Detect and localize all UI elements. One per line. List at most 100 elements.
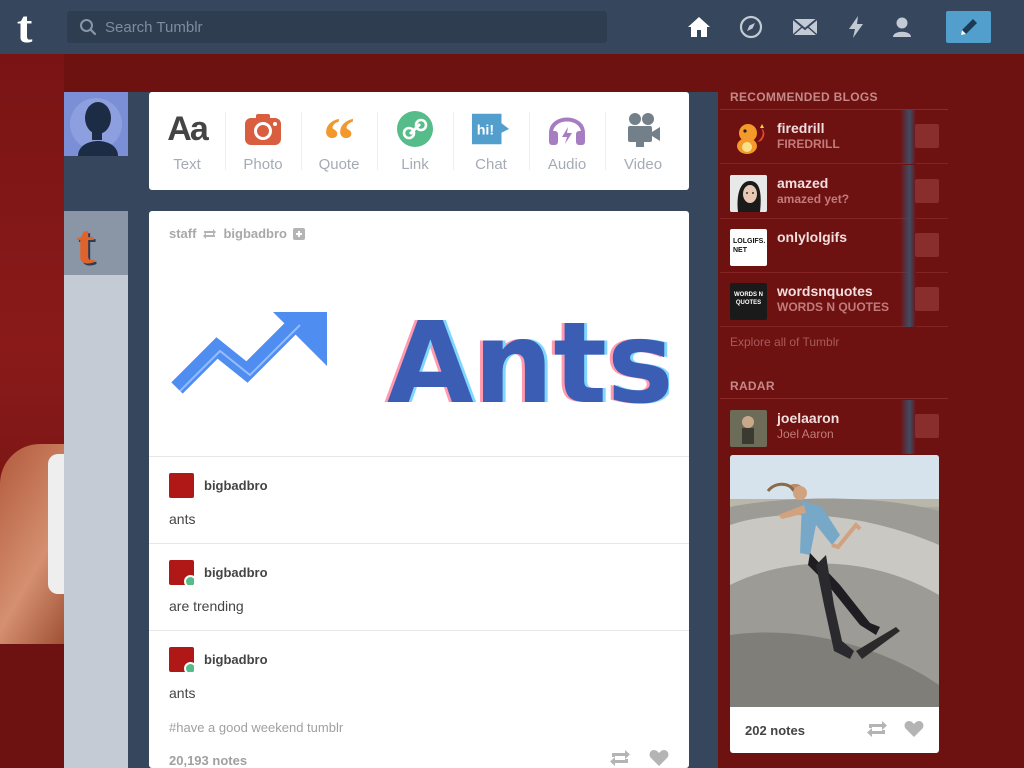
post-type-quote[interactable]: “ Quote bbox=[301, 92, 377, 190]
chat-message: bigbadbro ants bbox=[149, 630, 689, 717]
post-type-label: Chat bbox=[475, 156, 507, 173]
inbox-icon[interactable] bbox=[792, 14, 818, 40]
post-type-label: Video bbox=[623, 156, 663, 173]
blog-avatar[interactable] bbox=[730, 410, 767, 447]
post-actions bbox=[609, 749, 669, 767]
blog-name[interactable]: firedrill bbox=[777, 120, 824, 136]
reblog-icon bbox=[203, 228, 217, 239]
follow-button[interactable] bbox=[915, 233, 939, 257]
search-box[interactable] bbox=[67, 11, 607, 43]
svg-text:hi!: hi! bbox=[477, 123, 494, 139]
post-type-label: Link bbox=[401, 156, 429, 173]
heart-icon[interactable] bbox=[904, 720, 924, 738]
reblogged-from[interactable]: bigbadbro bbox=[223, 226, 287, 241]
explore-icon[interactable] bbox=[738, 14, 764, 40]
post-type-text[interactable]: Aa Text bbox=[149, 92, 225, 190]
compose-button[interactable] bbox=[946, 11, 991, 43]
camera-icon bbox=[243, 109, 283, 149]
avatar[interactable] bbox=[169, 560, 194, 585]
blog-avatar[interactable]: LOLGIFS. NET bbox=[730, 229, 767, 266]
trending-arrow-icon bbox=[171, 312, 327, 394]
blog-avatar-text: WORDS N QUOTES bbox=[734, 292, 763, 306]
recommended-blog[interactable]: firedrill FIREDRILL bbox=[720, 110, 948, 164]
text-icon: Aa bbox=[167, 109, 208, 148]
post-type-chat[interactable]: hi! Chat bbox=[453, 92, 529, 190]
blog-name[interactable]: amazed bbox=[777, 175, 828, 191]
blog-subtitle: amazed yet? bbox=[777, 192, 850, 206]
search-input[interactable] bbox=[105, 11, 595, 43]
follow-button[interactable] bbox=[915, 124, 939, 148]
follow-plus-icon[interactable] bbox=[293, 227, 305, 240]
avatar[interactable] bbox=[169, 647, 194, 672]
blog-name[interactable]: wordsnquotes bbox=[777, 283, 873, 299]
chat-text: ants bbox=[169, 511, 196, 527]
account-icon[interactable] bbox=[889, 14, 915, 40]
radar-photo bbox=[730, 455, 939, 707]
radar-notes[interactable]: 202 notes bbox=[745, 723, 805, 738]
activity-icon[interactable] bbox=[843, 14, 869, 40]
chat-text: are trending bbox=[169, 598, 244, 614]
blog-subtitle: FIREDRILL bbox=[777, 137, 840, 151]
heart-icon[interactable] bbox=[649, 749, 669, 767]
post-author[interactable]: staff bbox=[169, 226, 196, 241]
post-type-label: Audio bbox=[547, 156, 587, 173]
svg-text:t: t bbox=[76, 215, 95, 271]
recommended-blog[interactable]: WORDS N QUOTES wordsnquotes WORDS N QUOT… bbox=[720, 273, 948, 327]
blog-name[interactable]: onlylolgifs bbox=[777, 229, 847, 245]
pencil-icon bbox=[960, 19, 977, 35]
link-icon bbox=[395, 109, 435, 149]
tumblr-logo[interactable]: t bbox=[17, 4, 49, 50]
post-type-bar: Aa Text Photo “ Quote Link hi! Chat Audi… bbox=[149, 92, 689, 190]
chat-message: bigbadbro ants bbox=[149, 456, 689, 543]
ants-text: Ants bbox=[387, 306, 669, 406]
chat-user[interactable]: bigbadbro bbox=[204, 478, 268, 493]
my-avatar[interactable] bbox=[64, 92, 128, 156]
follow-button[interactable] bbox=[915, 414, 939, 438]
search-icon bbox=[80, 19, 97, 36]
reblog-icon[interactable] bbox=[866, 720, 888, 738]
background-photo bbox=[0, 54, 64, 644]
follow-button[interactable] bbox=[915, 179, 939, 203]
avatar[interactable] bbox=[169, 473, 194, 498]
radar-actions bbox=[866, 720, 924, 738]
reblog-icon[interactable] bbox=[609, 749, 631, 767]
blog-subtitle: WORDS N QUOTES bbox=[777, 300, 890, 314]
radar-heading: RADAR bbox=[730, 379, 775, 393]
chat-user[interactable]: bigbadbro bbox=[204, 565, 268, 580]
radar-post[interactable]: 202 notes bbox=[730, 455, 939, 753]
post-type-link[interactable]: Link bbox=[377, 92, 453, 190]
chat-message: bigbadbro are trending bbox=[149, 543, 689, 630]
recommended-blog[interactable]: LOLGIFS. NET onlylolgifs bbox=[720, 219, 948, 273]
post-card: staff bigbadbro Ants Ants Ants bigbadbro… bbox=[149, 211, 689, 768]
post-tags[interactable]: #have a good weekend tumblr bbox=[169, 720, 343, 735]
video-camera-icon bbox=[623, 109, 663, 149]
staff-avatar[interactable]: tt bbox=[64, 211, 128, 275]
follow-button[interactable] bbox=[915, 287, 939, 311]
home-icon[interactable] bbox=[686, 14, 712, 40]
divider bbox=[720, 398, 948, 399]
left-rail bbox=[64, 275, 128, 768]
blog-avatar[interactable] bbox=[730, 120, 767, 157]
post-type-audio[interactable]: Audio bbox=[529, 92, 605, 190]
chat-icon: hi! bbox=[471, 109, 511, 149]
post-type-label: Quote bbox=[318, 156, 360, 173]
explore-link[interactable]: Explore all of Tumblr bbox=[730, 335, 839, 349]
blog-avatar[interactable] bbox=[730, 175, 767, 212]
blog-name[interactable]: joelaaron bbox=[777, 410, 839, 426]
radar-blog[interactable]: joelaaron Joel Aaron bbox=[720, 400, 948, 454]
reblog-badge-icon bbox=[184, 575, 194, 585]
quote-icon: “ bbox=[323, 104, 355, 175]
chat-user[interactable]: bigbadbro bbox=[204, 652, 268, 667]
headphones-icon bbox=[547, 109, 587, 149]
recommended-blog[interactable]: amazed amazed yet? bbox=[720, 165, 948, 219]
blog-avatar[interactable]: WORDS N QUOTES bbox=[730, 283, 767, 320]
post-type-photo[interactable]: Photo bbox=[225, 92, 301, 190]
post-notes[interactable]: 20,193 notes bbox=[169, 753, 247, 768]
post-type-video[interactable]: Video bbox=[605, 92, 681, 190]
recommended-heading: RECOMMENDED BLOGS bbox=[730, 90, 878, 104]
post-header: staff bigbadbro bbox=[169, 226, 305, 241]
reblog-badge-icon bbox=[184, 662, 194, 672]
post-image: Ants Ants Ants bbox=[171, 306, 669, 406]
post-type-label: Text bbox=[173, 156, 201, 173]
top-navigation-bar: t bbox=[0, 0, 1024, 54]
